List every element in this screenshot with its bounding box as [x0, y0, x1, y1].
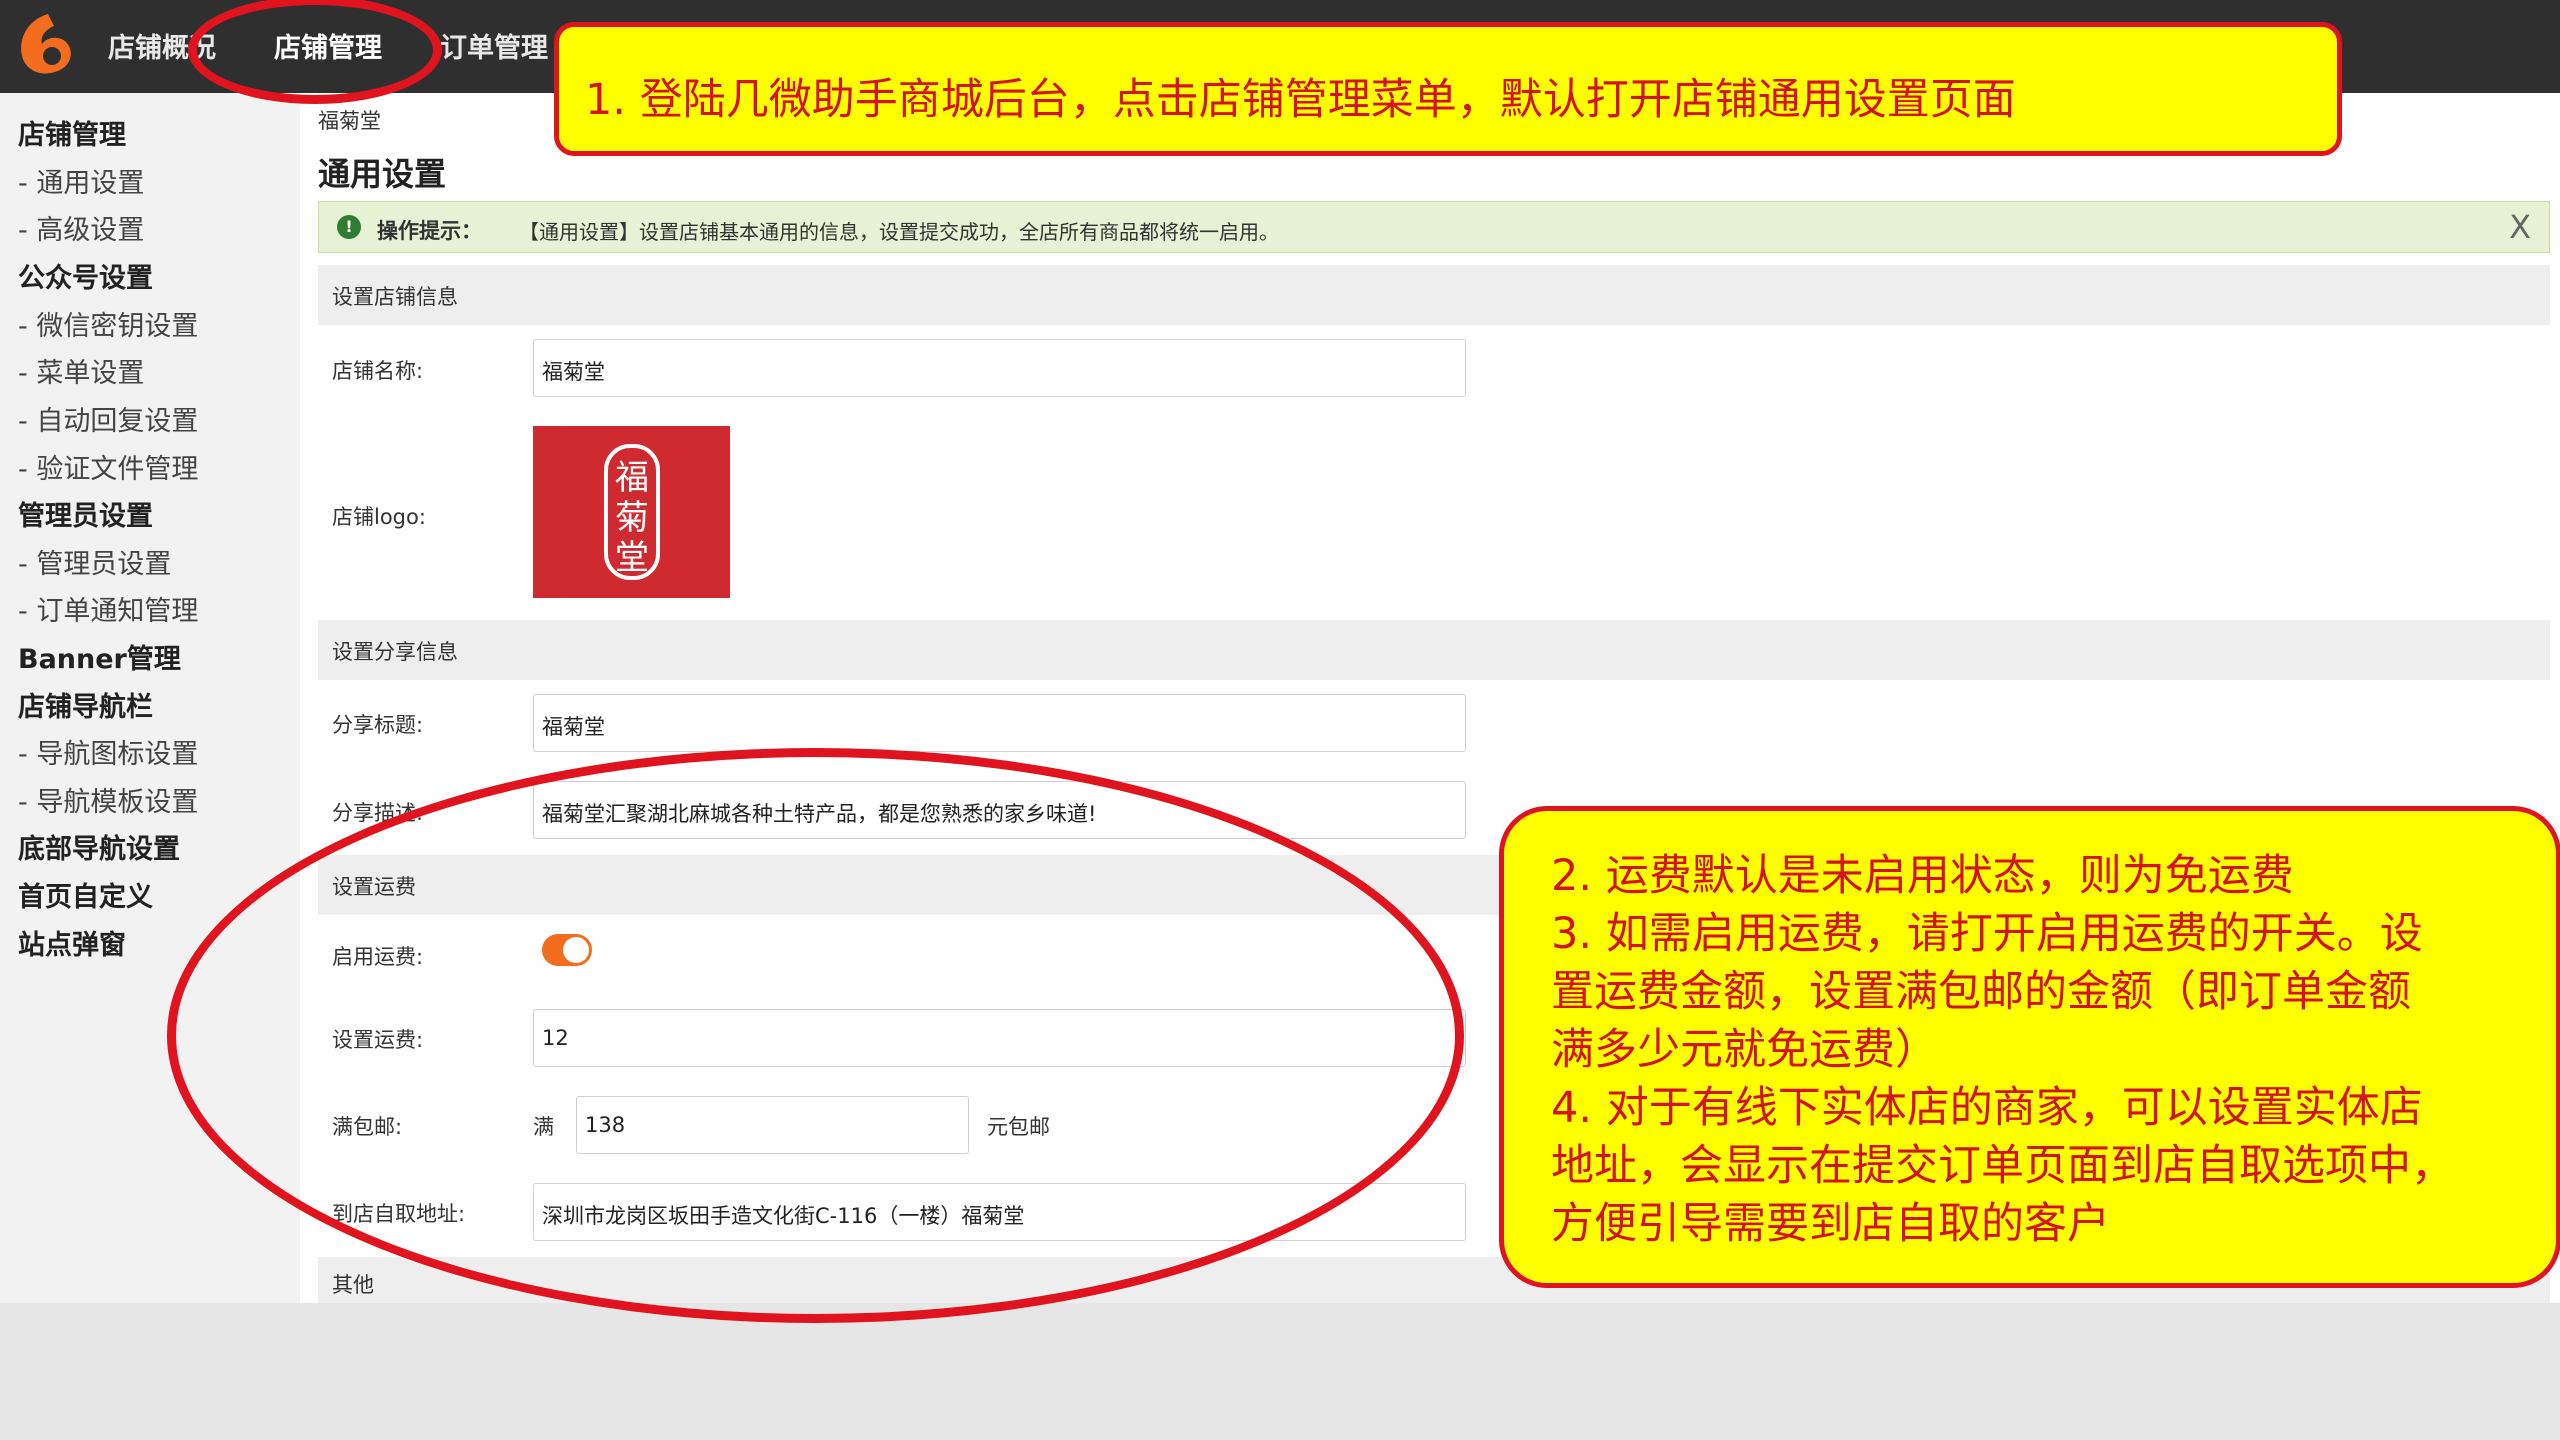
enable-shipping-toggle[interactable] — [542, 934, 592, 966]
sidebar-item-site-popup[interactable]: 站点弹窗 — [18, 923, 126, 962]
shop-logo-image[interactable]: 福 菊 堂 — [533, 426, 730, 598]
section-title: 设置店铺信息 — [332, 285, 458, 309]
toggle-knob — [563, 937, 589, 963]
share-title-input[interactable]: 福菊堂 — [533, 694, 1466, 752]
free-shipping-label: 满包邮: — [332, 1115, 403, 1139]
sidebar-item-auto-reply[interactable]: - 自动回复设置 — [18, 399, 198, 438]
sidebar-item-official-account[interactable]: 公众号设置 — [18, 256, 153, 295]
callout-line: 4. 对于有线下实体店的商家，可以设置实体店 — [1551, 1083, 2423, 1133]
breadcrumb: 福菊堂 — [318, 109, 381, 133]
close-icon[interactable]: X — [2509, 208, 2531, 246]
section-header-share-info: 设置分享信息 — [318, 620, 2550, 680]
section-title: 其他 — [332, 1273, 374, 1297]
sidebar-item-order-notify[interactable]: - 订单通知管理 — [18, 589, 198, 628]
enable-shipping-label: 启用运费: — [332, 945, 424, 969]
share-desc-label: 分享描述: — [332, 801, 424, 825]
page-title: 通用设置 — [318, 155, 447, 193]
callout-text: 2. 运费默认是未启用状态，则为免运费 3. 如需启用运费，请打开启用运费的开关… — [1551, 847, 2531, 1253]
sidebar-item-shop-nav[interactable]: 店铺导航栏 — [18, 685, 153, 724]
section-header-shop-info: 设置店铺信息 — [318, 265, 2550, 325]
sidebar: 店铺管理 - 通用设置 - 高级设置 公众号设置 - 微信密钥设置 - 菜单设置… — [0, 93, 300, 1303]
sidebar-item-wechat-keys[interactable]: - 微信密钥设置 — [18, 304, 198, 343]
callout-line: 3. 如需启用运费，请打开启用运费的开关。设 — [1551, 909, 2423, 959]
shop-name-label: 店铺名称: — [332, 359, 424, 383]
sidebar-item-nav-templates[interactable]: - 导航模板设置 — [18, 780, 198, 819]
sidebar-item-general-settings[interactable]: - 通用设置 — [18, 161, 144, 200]
sidebar-item-home-custom[interactable]: 首页自定义 — [18, 875, 153, 914]
shop-name-input[interactable]: 福菊堂 — [533, 339, 1466, 397]
tip-text: 【通用设置】设置店铺基本通用的信息，设置提交成功，全店所有商品都将统一启用。 — [519, 220, 1279, 244]
free-shipping-input[interactable]: 138 — [576, 1096, 969, 1154]
brand-logo-icon[interactable] — [14, 10, 76, 78]
free-shipping-prefix: 满 — [533, 1115, 554, 1139]
tip-label: 操作提示： — [377, 219, 482, 243]
share-desc-input[interactable]: 福菊堂汇聚湖北麻城各种土特产品，都是您熟悉的家乡味道! — [533, 781, 1466, 839]
section-title: 设置运费 — [332, 875, 416, 899]
pickup-address-input[interactable]: 深圳市龙岗区坂田手造文化街C-116（一楼）福菊堂 — [533, 1183, 1466, 1241]
pickup-address-label: 到店自取地址: — [332, 1202, 466, 1226]
sidebar-item-shop-management[interactable]: 店铺管理 — [18, 113, 126, 152]
callout-line: 置运费金额，设置满包邮的金额（即订单金额 — [1551, 967, 2411, 1017]
sidebar-item-admin-settings-group[interactable]: 管理员设置 — [18, 494, 153, 533]
section-title: 设置分享信息 — [332, 640, 458, 664]
shipping-fee-label: 设置运费: — [332, 1028, 424, 1052]
annotation-callout-step1: 1. 登陆几微助手商城后台，点击店铺管理菜单，默认打开店铺通用设置页面 — [554, 22, 2342, 156]
sidebar-item-nav-icons[interactable]: - 导航图标设置 — [18, 732, 198, 771]
nav-shop-management[interactable]: 店铺管理 — [274, 26, 382, 65]
callout-line: 地址，会显示在提交订单页面到店自取选项中， — [1551, 1141, 2454, 1191]
seal-char: 堂 — [615, 538, 649, 578]
shipping-fee-input[interactable]: 12 — [533, 1009, 1466, 1067]
nav-order-management[interactable]: 订单管理 — [440, 26, 548, 65]
shop-logo-label: 店铺logo: — [332, 505, 426, 529]
sidebar-item-banner[interactable]: Banner管理 — [18, 637, 181, 676]
callout-line: 2. 运费默认是未启用状态，则为免运费 — [1551, 851, 2294, 901]
callout-line: 方便引导需要到店自取的客户 — [1551, 1199, 2110, 1249]
operation-tip-bar: ! 操作提示： 【通用设置】设置店铺基本通用的信息，设置提交成功，全店所有商品都… — [318, 201, 2550, 253]
sidebar-item-bottom-nav[interactable]: 底部导航设置 — [18, 827, 180, 866]
free-shipping-suffix: 元包邮 — [987, 1115, 1050, 1139]
callout-text: 1. 登陆几微助手商城后台，点击店铺管理菜单，默认打开店铺通用设置页面 — [585, 75, 2016, 125]
share-title-label: 分享标题: — [332, 713, 424, 737]
annotation-callout-steps2-4: 2. 运费默认是未启用状态，则为免运费 3. 如需启用运费，请打开启用运费的开关… — [1499, 806, 2560, 1288]
info-icon: ! — [337, 215, 361, 239]
sidebar-item-verify-files[interactable]: - 验证文件管理 — [18, 447, 198, 486]
callout-line: 满多少元就免运费） — [1551, 1025, 1938, 1075]
sidebar-item-menu-settings[interactable]: - 菜单设置 — [18, 351, 144, 390]
sidebar-item-advanced-settings[interactable]: - 高级设置 — [18, 208, 144, 247]
nav-shop-overview[interactable]: 店铺概况 — [108, 26, 216, 65]
sidebar-item-admin-settings[interactable]: - 管理员设置 — [18, 542, 171, 581]
seal-mark: 福 菊 堂 — [604, 444, 660, 580]
